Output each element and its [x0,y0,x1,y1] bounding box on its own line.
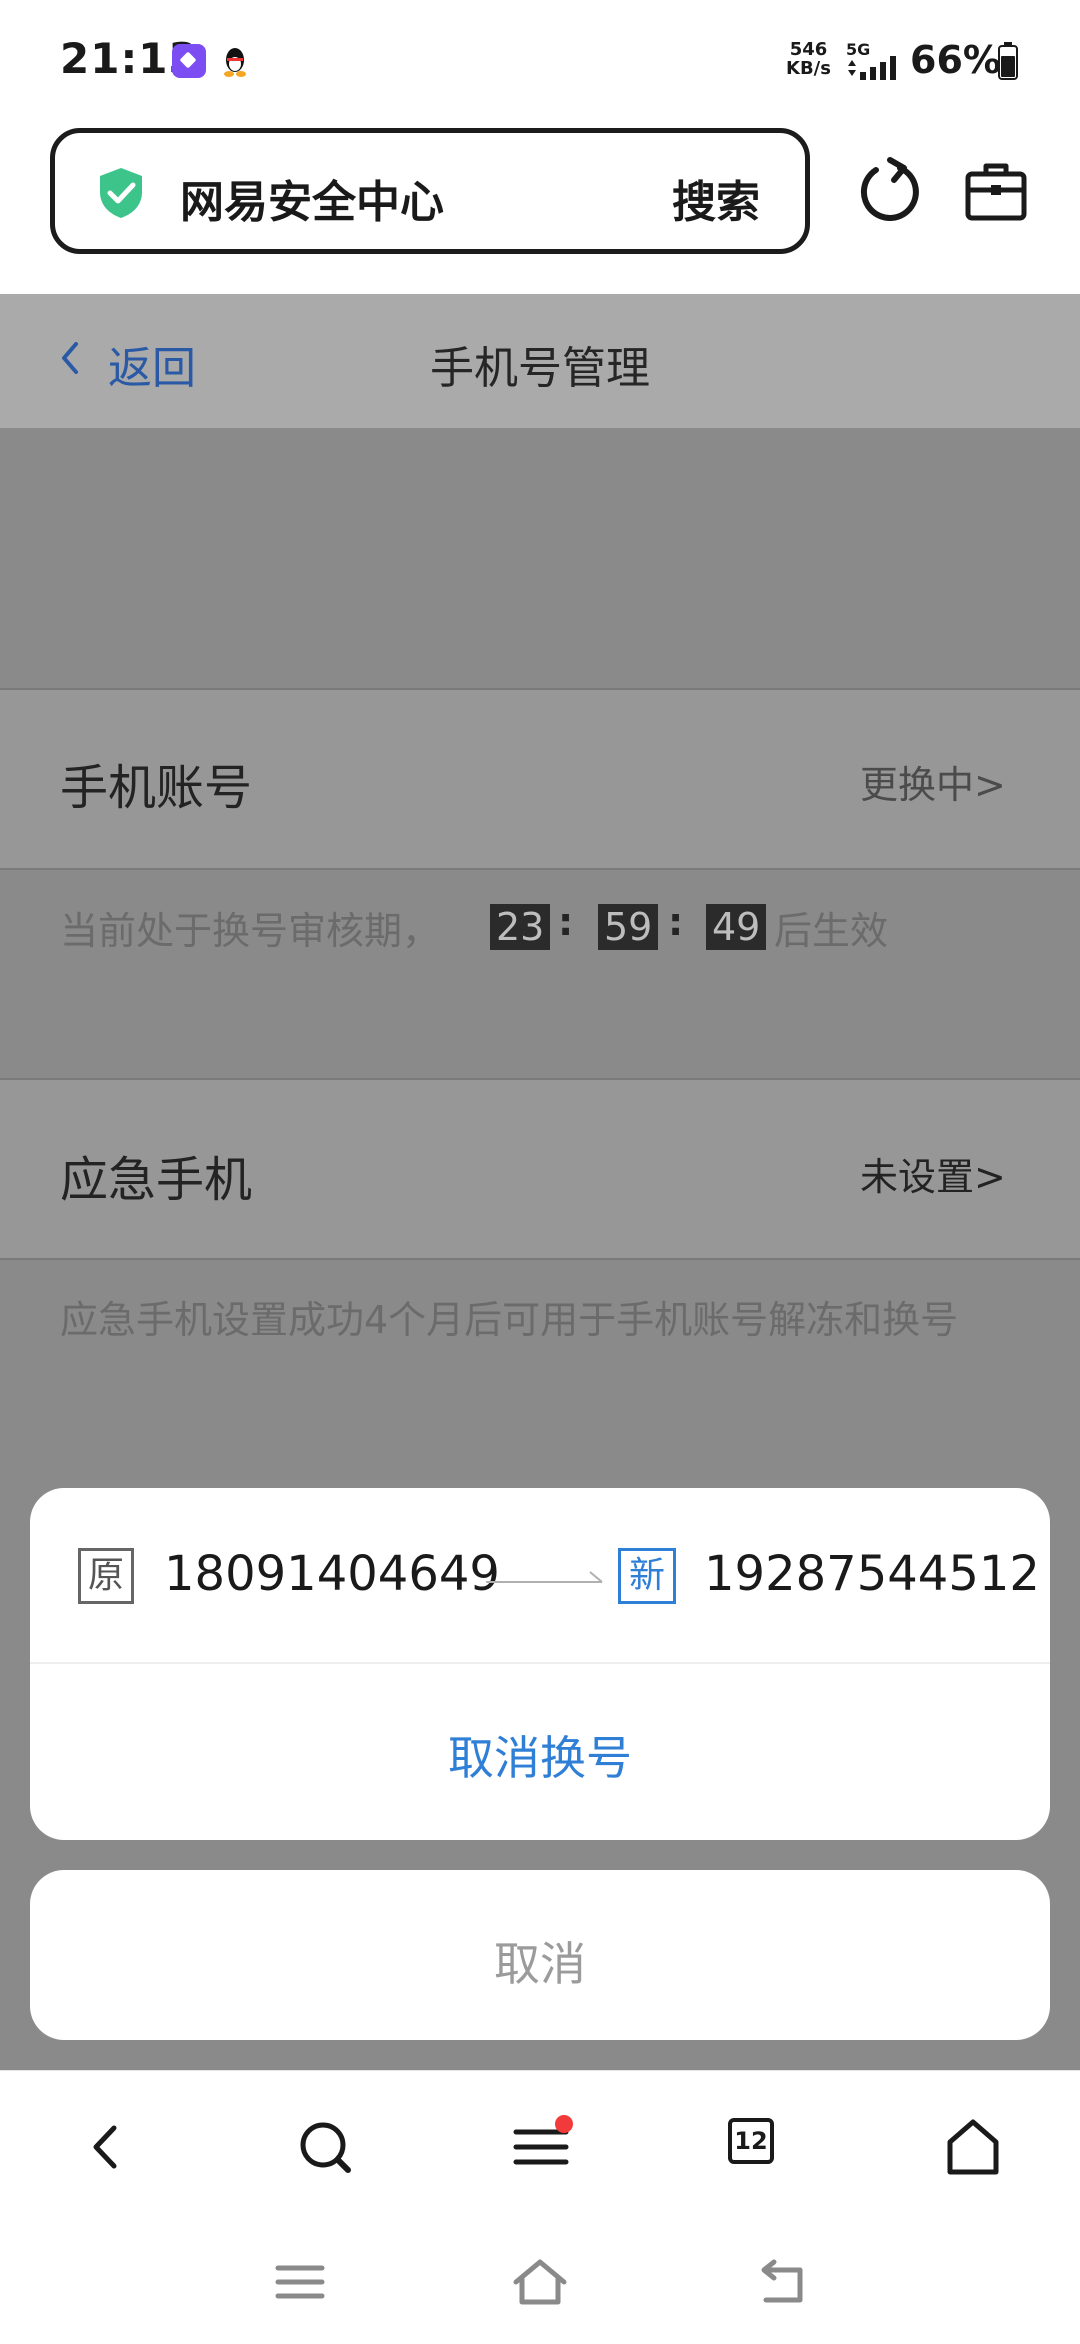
battery-icon [998,42,1018,80]
emergency-phone-note: 应急手机设置成功4个月后可用于手机账号解冻和换号 [60,1298,959,1342]
net-speed-value: 546 [789,39,828,60]
toolbox-icon[interactable] [964,160,1028,222]
cancel-button-label: 取消 [494,1937,586,1991]
search-icon[interactable] [290,2112,360,2182]
app-badge-icon [172,44,206,78]
phone-account-status[interactable]: 更换中> [860,754,1006,809]
new-number: 19287544512 [704,1546,1040,1602]
battery-percent: 66% [910,38,1001,82]
home-icon[interactable] [938,2112,1008,2182]
page-title: 手机号管理 [430,343,650,394]
net-speed-unit: KB/s [786,58,831,79]
old-number: 18091404649 [164,1546,500,1602]
tabs-icon[interactable]: 12 [728,2118,774,2164]
countdown-hours: 23 [490,904,551,950]
old-number-tag: 原 [78,1548,134,1604]
emergency-phone-label: 应急手机 [60,1152,253,1208]
net-speed: 546 KB/s [786,40,831,78]
divider [0,868,1080,870]
cancel-number-change-button[interactable]: 取消换号 [30,1722,1050,1788]
emergency-phone-status[interactable]: 未设置> [860,1146,1006,1201]
new-number-tag: 新 [618,1548,676,1604]
reload-icon[interactable] [856,156,920,226]
search-button[interactable]: 搜索 [672,166,760,230]
pending-text: 当前处于换号审核期， [60,909,441,953]
site-name: 网易安全中心 [180,177,444,228]
sys-menu-icon[interactable] [270,2254,330,2310]
phone-account-label: 手机账号 [60,760,253,816]
divider [0,1258,1080,1260]
arrow-right-icon [486,1571,603,1583]
sys-home-icon[interactable] [510,2254,570,2310]
countdown-colon: : [668,900,684,944]
shield-check-icon [100,168,142,218]
pending-suffix: 后生效 [774,909,889,953]
qq-icon [224,48,246,77]
back-nav-icon[interactable] [72,2112,142,2182]
countdown-minutes: 59 [598,904,659,950]
sys-back-icon[interactable] [752,2254,812,2310]
countdown-colon: : [558,900,574,944]
sheet-divider [30,1662,1050,1664]
countdown-seconds: 49 [706,904,767,950]
menu-icon[interactable] [506,2112,576,2182]
signal-icon [848,56,896,80]
